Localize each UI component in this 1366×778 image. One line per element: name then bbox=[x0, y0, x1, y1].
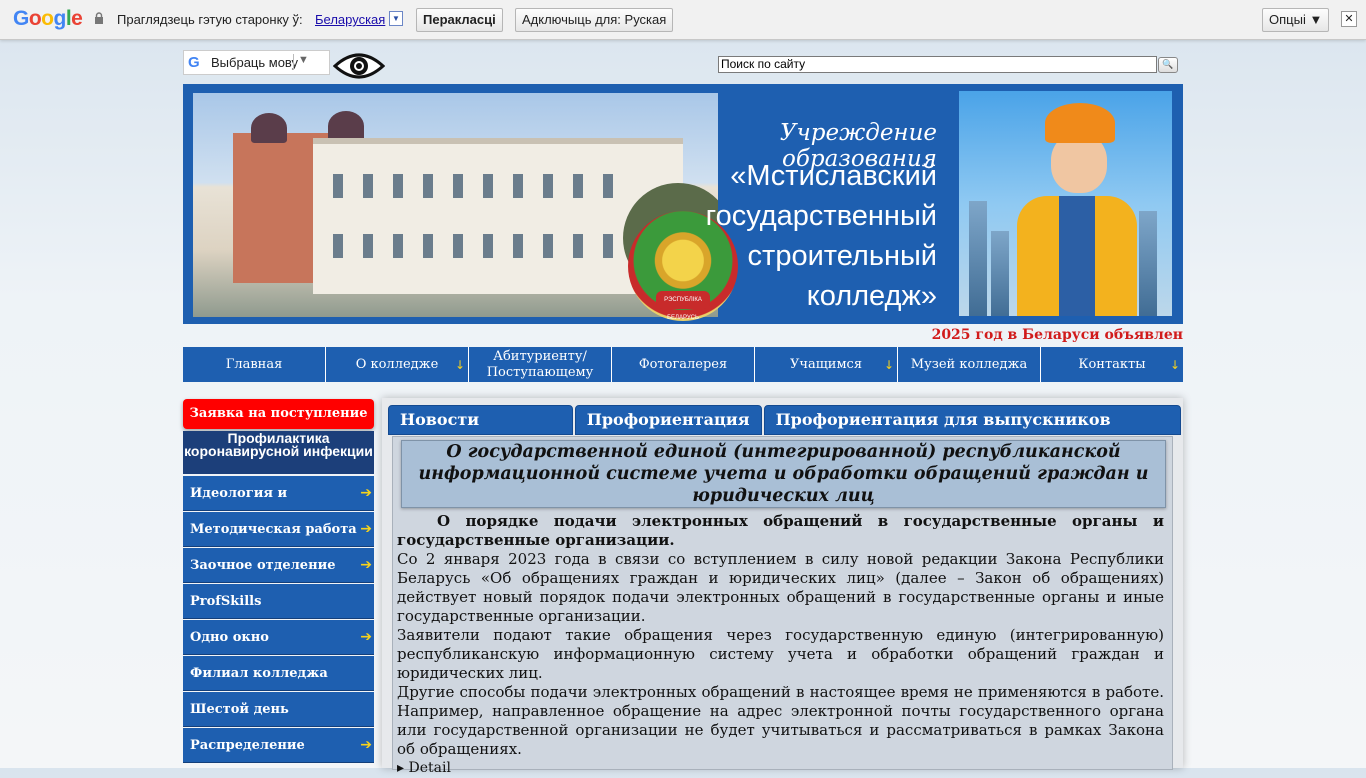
sidebar-item-extramural[interactable]: Заочное отделение ➔ bbox=[183, 548, 374, 583]
article-body: О порядке подачи электронных обращений в… bbox=[397, 512, 1164, 778]
arrow-right-icon: ➔ bbox=[360, 485, 372, 501]
translate-language-link[interactable]: Беларуская bbox=[315, 12, 385, 27]
search-icon[interactable]: 🔍 bbox=[1158, 57, 1178, 73]
article: О государственной единой (интегрированно… bbox=[392, 436, 1173, 776]
arrow-right-icon: ➔ bbox=[360, 629, 372, 645]
sidebar-item-methodical[interactable]: Методическая работа ➔ bbox=[183, 512, 374, 547]
translate-prompt: Праглядзець гэтую старонку ў: bbox=[117, 12, 303, 27]
arrow-down-icon: ↓ bbox=[454, 358, 465, 372]
nav-item-home[interactable]: Главная bbox=[183, 347, 326, 382]
apply-button[interactable]: Заявка на поступление bbox=[183, 399, 374, 429]
article-title[interactable]: О государственной единой (интегрированно… bbox=[401, 440, 1166, 508]
chevron-down-icon: ▼ bbox=[298, 54, 309, 66]
language-selector-label: Выбраць мову bbox=[211, 55, 299, 70]
banner-title: «Мстиславский государственный строительн… bbox=[655, 156, 937, 316]
arrow-right-icon: ➔ bbox=[360, 737, 372, 753]
sidebar-item-label: Заочное отделение bbox=[190, 558, 336, 573]
sidebar-item-label: ProfSkills bbox=[190, 594, 262, 609]
arrow-right-icon: ➔ bbox=[360, 521, 372, 537]
banner-title-line: «Мстиславский bbox=[730, 160, 937, 192]
construction-worker-image bbox=[959, 91, 1172, 316]
disable-translation-button[interactable]: Адключыць для: Руская bbox=[515, 8, 674, 32]
translate-bar: Google Праглядзець гэтую старонку ў: Бел… bbox=[0, 0, 1366, 40]
arrow-right-icon: ➔ bbox=[360, 557, 372, 573]
nav-label: О колледже bbox=[355, 356, 439, 372]
nav-label: Фотогалерея bbox=[638, 356, 728, 372]
sidebar-menu: Идеология и воспитание➔ Методическая раб… bbox=[183, 476, 374, 764]
lock-icon bbox=[95, 12, 103, 24]
sidebar-item-label: Филиал колледжа bbox=[190, 666, 328, 681]
translate-button[interactable]: Перакласці bbox=[416, 8, 503, 32]
options-button[interactable]: Опцыі ▼ bbox=[1262, 8, 1330, 32]
banner-title-line: государственный bbox=[705, 200, 937, 232]
church-dome-image bbox=[328, 111, 364, 141]
sidebar-item-branch[interactable]: Филиал колледжа bbox=[183, 656, 374, 691]
article-paragraph: Со 2 января 2023 года в связи со вступле… bbox=[397, 550, 1164, 625]
tab-news[interactable]: Новости колледжа bbox=[388, 405, 573, 457]
language-selector[interactable]: G Выбраць мову ▼ bbox=[183, 50, 330, 75]
nav-label: Учащимся bbox=[789, 356, 863, 372]
sidebar-item-label: Методическая работа bbox=[190, 522, 357, 537]
arrow-down-icon[interactable]: ▼ bbox=[389, 11, 403, 26]
sidebar-item-label: Шестой день bbox=[190, 702, 289, 717]
nav-item-students[interactable]: Учащимся ↓ bbox=[755, 347, 898, 382]
main-content: Новости колледжа Профориентация Профорие… bbox=[382, 398, 1183, 776]
banner-title-line: строительный bbox=[747, 240, 937, 272]
header-banner: РЭСПУБЛІКА БЕЛАРУСЬ Учреждение образован… bbox=[183, 84, 1183, 324]
article-paragraph: Другие способы подачи электронных обраще… bbox=[397, 683, 1164, 758]
sidebar-item-distribution[interactable]: Распределение ➔ bbox=[183, 728, 374, 763]
nav-item-museum[interactable]: Музей колледжа bbox=[898, 347, 1041, 382]
banner-title-line: колледж» bbox=[806, 280, 937, 312]
sidebar-item-label: Одно окно bbox=[190, 630, 269, 645]
nav-label: Контакты bbox=[1078, 356, 1146, 372]
nav-label: Абитуриенту/ Поступающему bbox=[486, 348, 594, 380]
nav-label: Музей колледжа bbox=[910, 356, 1028, 372]
sidebar-item-label: Распределение bbox=[190, 738, 305, 753]
nav-item-about[interactable]: О колледже ↓ bbox=[326, 347, 469, 382]
year-announcement[interactable]: 2025 год в Беларуси объявлен bbox=[870, 327, 1183, 343]
arrow-down-icon: ↓ bbox=[1169, 358, 1180, 372]
church-dome-image bbox=[251, 113, 287, 143]
sidebar-item-profskills[interactable]: ProfSkills bbox=[183, 584, 374, 619]
close-icon[interactable]: ✕ bbox=[1341, 11, 1357, 27]
google-logo: Google bbox=[13, 7, 83, 30]
divider bbox=[293, 54, 294, 70]
main-nav: Главная О колледже ↓ Абитуриенту/ Поступа… bbox=[183, 347, 1183, 382]
sidebar-item-ideology[interactable]: Идеология и воспитание➔ bbox=[183, 476, 374, 536]
eye-icon[interactable] bbox=[333, 50, 385, 82]
article-paragraph: Заявители подают такие обращения через г… bbox=[397, 626, 1164, 682]
nav-label: Главная bbox=[225, 356, 283, 372]
nav-item-gallery[interactable]: Фотогалерея bbox=[612, 347, 755, 382]
tab-career-guidance-graduates[interactable]: Профориентация для выпускников колледжа bbox=[763, 405, 1181, 457]
content-tabs: Новости колледжа Профориентация Профорие… bbox=[388, 405, 1183, 457]
tab-career-guidance[interactable]: Профориентация bbox=[574, 405, 762, 435]
google-g-icon: G bbox=[188, 54, 200, 71]
nav-item-applicants[interactable]: Абитуриенту/ Поступающему bbox=[469, 347, 612, 382]
nav-item-contacts[interactable]: Контакты ↓ bbox=[1041, 347, 1183, 382]
search-input[interactable]: Поиск по сайту bbox=[718, 56, 1157, 73]
covid-banner[interactable]: Профилактика коронавирусной инфекции bbox=[183, 431, 374, 474]
details-toggle[interactable]: ▸ Detail bbox=[397, 759, 1164, 778]
sidebar-item-one-window[interactable]: Одно окно ➔ bbox=[183, 620, 374, 655]
article-lead: О порядке подачи электронных обращений в… bbox=[397, 512, 1164, 549]
arrow-down-icon: ↓ bbox=[883, 358, 894, 372]
sidebar-item-sixth-day[interactable]: Шестой день bbox=[183, 692, 374, 727]
